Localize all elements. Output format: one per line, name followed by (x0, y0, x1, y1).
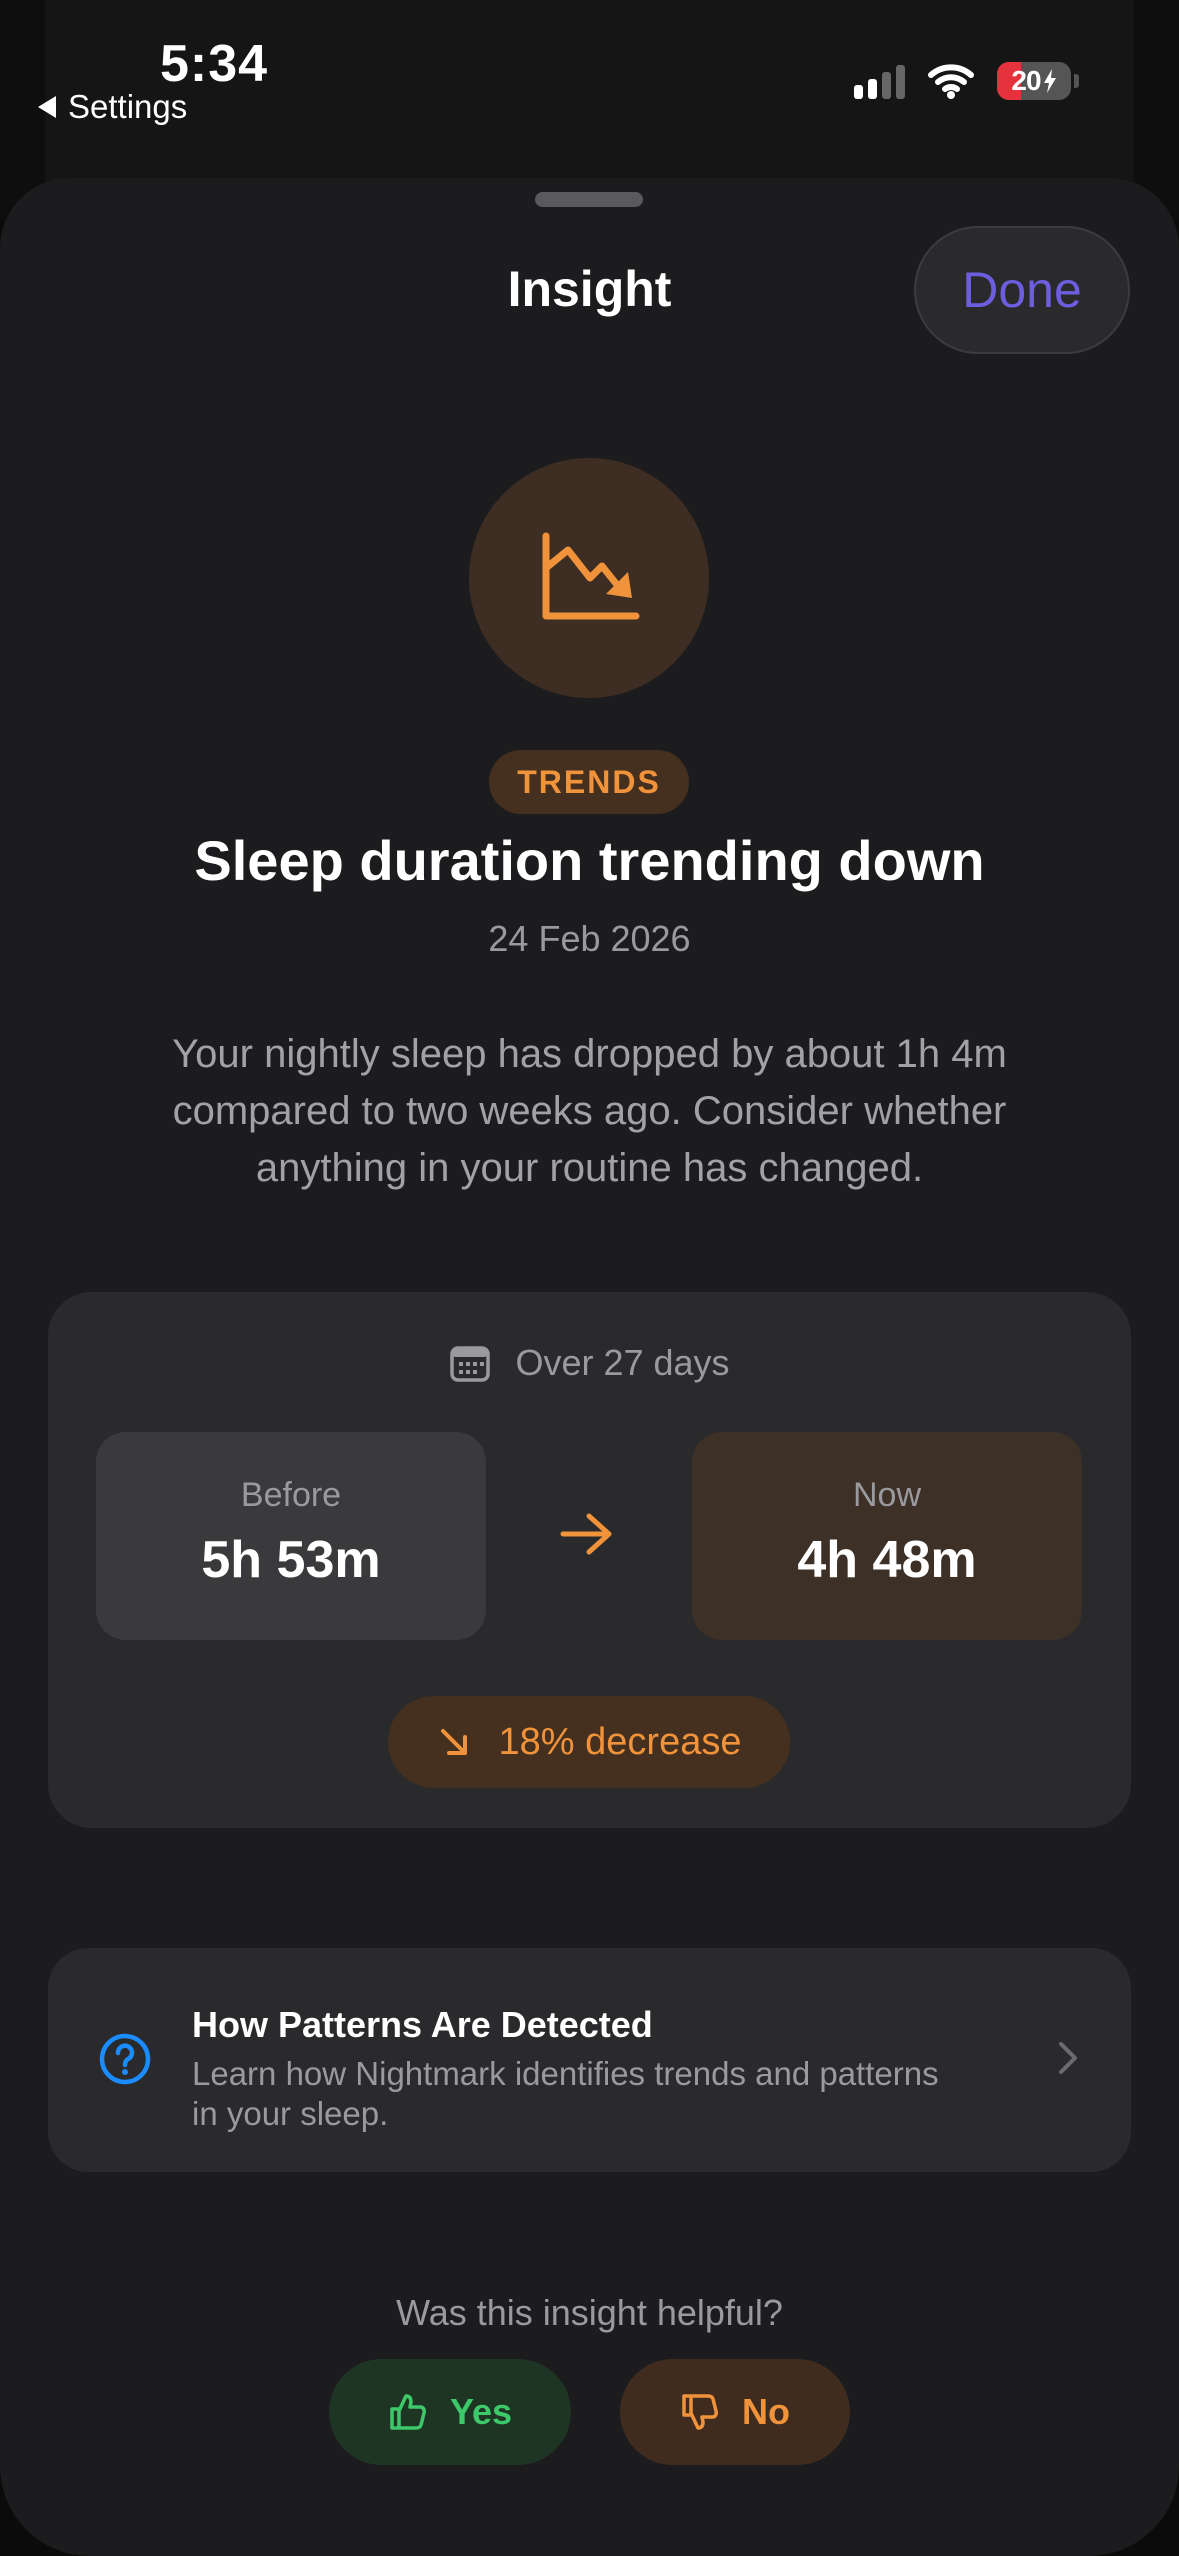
now-label: Now (852, 1476, 922, 1514)
before-label: Before (240, 1476, 342, 1514)
change-badge: 18% decrease (388, 1696, 790, 1788)
calendar-icon (450, 1346, 491, 1382)
before-stat: Before 5h 53m (96, 1432, 486, 1640)
period-label: Over 27 days (515, 1342, 730, 1383)
question-circle-icon (99, 2033, 151, 2085)
chevron-right-icon (1059, 2042, 1077, 2074)
info-title: How Patterns Are Detected (192, 2004, 653, 2045)
cellular-signal-icon (854, 63, 905, 99)
status-time: 5:34 (160, 35, 269, 93)
screen: 5:34 Settings 20 Insight Done TRENDS Sle… (0, 0, 1179, 2556)
now-stat: Now 4h 48m (692, 1432, 1082, 1640)
no-label: No (742, 2391, 790, 2432)
before-value: 5h 53m (201, 1531, 381, 1589)
category-badge: TRENDS (489, 750, 689, 814)
change-label: 18% decrease (498, 1720, 742, 1763)
charging-bolt-icon (1043, 69, 1056, 93)
period-row: Over 27 days (48, 1342, 1131, 1384)
thumbs-down-icon (682, 2394, 718, 2430)
insight-sheet: Insight Done TRENDS Sleep duration trend… (0, 178, 1179, 2556)
back-triangle-icon (38, 96, 56, 118)
thumbs-up-icon (390, 2394, 426, 2430)
feedback-question: Was this insight helpful? (396, 2292, 783, 2333)
insight-headline: Sleep duration trending down (194, 829, 985, 892)
status-icons: 20 (854, 62, 1079, 100)
helpful-yes-button[interactable]: Yes (329, 2359, 571, 2465)
back-label: Settings (68, 88, 188, 125)
comparison-card: Over 27 days Before 5h 53m Now 4h 48m 18… (48, 1292, 1131, 1828)
yes-label: Yes (449, 2391, 513, 2432)
insight-description: Your nightly sleep has dropped by about … (172, 1032, 1007, 1190)
done-button[interactable]: Done (914, 226, 1130, 354)
arrow-right-icon (560, 1513, 612, 1555)
battery-indicator: 20 (997, 62, 1079, 100)
trend-hero-badge (469, 458, 709, 698)
sheet-grabber[interactable] (535, 192, 643, 207)
battery-body: 20 (997, 62, 1071, 100)
helpful-no-button[interactable]: No (620, 2359, 850, 2465)
battery-level: 20 (1011, 65, 1041, 96)
now-value: 4h 48m (797, 1531, 977, 1589)
back-to-settings-link[interactable]: Settings (38, 88, 187, 126)
insight-date: 24 Feb 2026 (488, 918, 691, 959)
arrow-down-right-icon (440, 1729, 467, 1755)
info-body: Learn how Nightmark identifies trends an… (192, 2055, 939, 2132)
chart-trending-down-icon (542, 532, 640, 620)
battery-cap (1074, 74, 1079, 88)
how-patterns-detected-row[interactable]: How Patterns Are Detected Learn how Nigh… (48, 1948, 1131, 2172)
wifi-icon (928, 64, 974, 99)
